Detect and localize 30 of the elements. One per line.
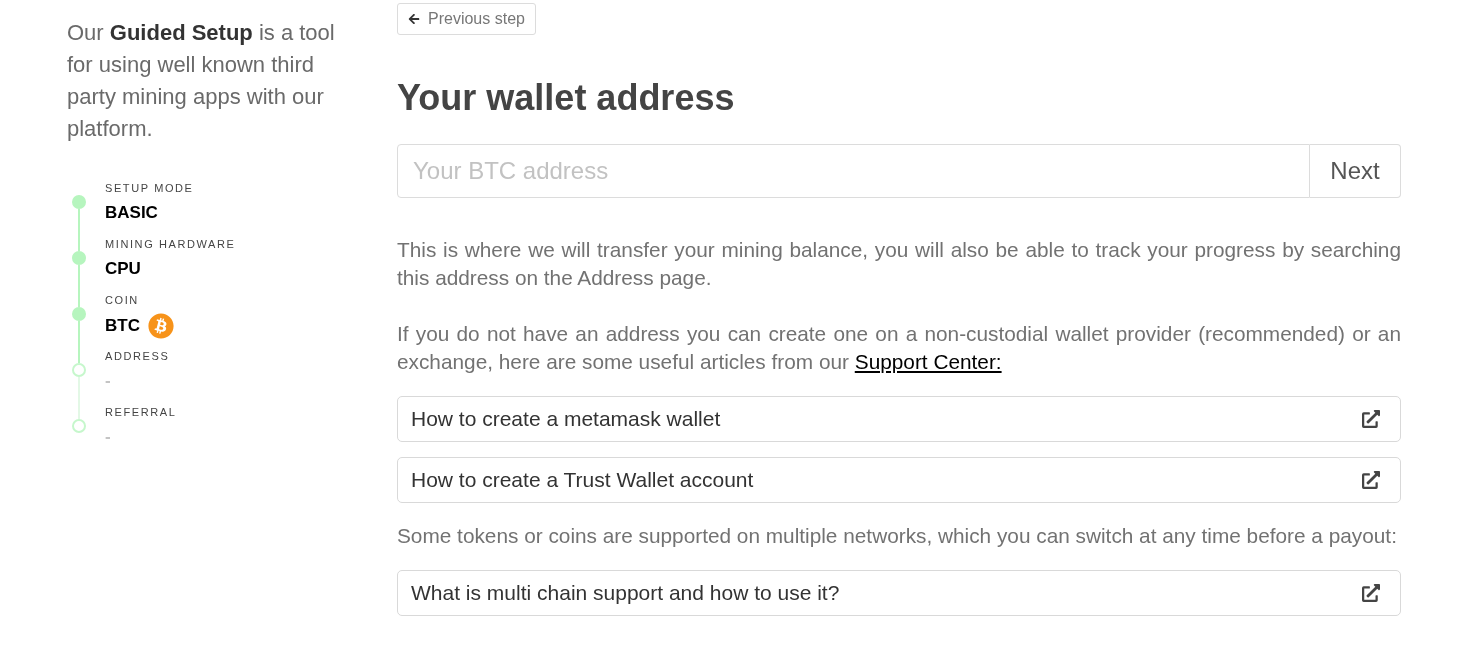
arrow-left-icon	[408, 13, 420, 25]
step-value: BTC	[105, 315, 140, 337]
external-link-icon	[1362, 584, 1380, 602]
step-value: BASIC	[105, 202, 158, 224]
step-label: REFERRAL	[105, 405, 177, 419]
step-value: -	[105, 426, 111, 448]
step-value: -	[105, 370, 111, 392]
step-label: ADDRESS	[105, 349, 170, 363]
info-paragraph: This is where we will transfer your mining balance, you will also be able to track your progress by searching this address on the Address page.	[397, 237, 1401, 291]
support-center-link[interactable]: Support Center:	[854, 350, 1002, 373]
step-label: COIN	[105, 293, 139, 307]
step-label: MINING HARDWARE	[105, 237, 236, 251]
page-heading: Your wallet address	[397, 78, 735, 118]
article-link[interactable]: What is multi chain support and how to use it?	[397, 570, 1401, 616]
external-link-icon	[1362, 471, 1380, 489]
bitcoin-coin-icon	[147, 313, 174, 339]
external-link-icon	[1362, 410, 1380, 428]
timeline-line	[78, 209, 80, 251]
address-input-field[interactable]: Your BTC address	[397, 144, 1310, 198]
article-link[interactable]: How to create a metamask wallet	[397, 396, 1401, 442]
intro-text: Our Guided Setup is a tool for using well known third party mining apps with our platform.	[67, 19, 336, 143]
previous-step-button[interactable]: Previous step	[397, 3, 536, 35]
timeline-line	[78, 321, 80, 363]
info-paragraph: If you do not have an address you can create one on a non-custodial wallet provider (recommended) or an exchange, here are some useful articles from our Support Center:	[397, 321, 1401, 375]
article-link[interactable]: How to create a Trust Wallet account	[397, 457, 1401, 503]
next-button[interactable]: Next	[1310, 144, 1401, 198]
timeline-line	[78, 265, 80, 307]
step-value: CPU	[105, 258, 141, 280]
info-paragraph: Some tokens or coins are supported on multiple networks, which you can switch at any time before a payout:	[397, 523, 1398, 549]
step-label: SETUP MODE	[105, 181, 194, 195]
